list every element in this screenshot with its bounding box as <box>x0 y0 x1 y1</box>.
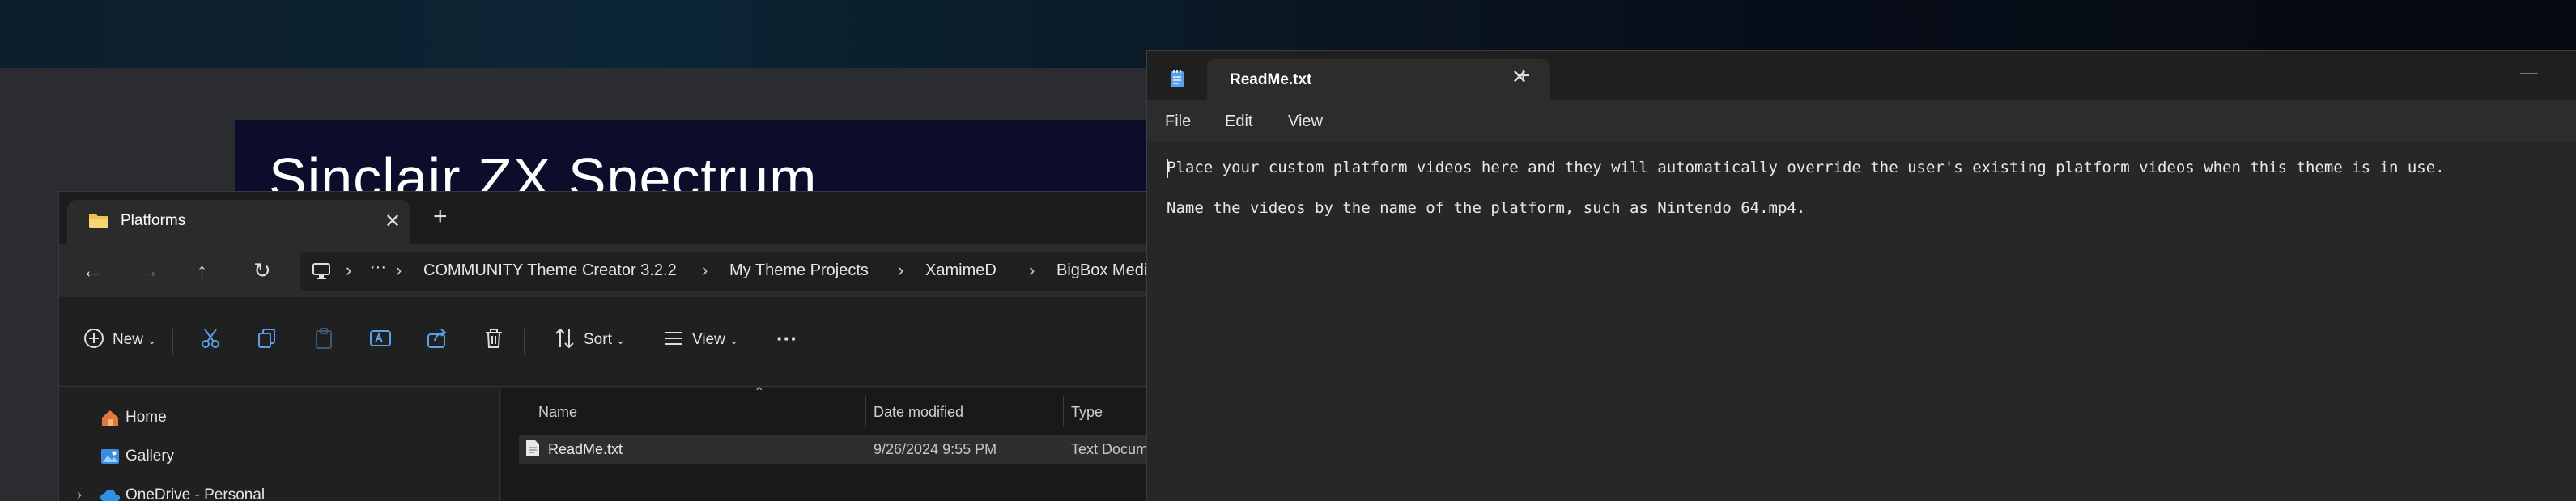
sidebar-item-onedrive[interactable]: OneDrive - Personal <box>100 486 265 501</box>
view-button-label: View <box>692 331 725 348</box>
address-bar[interactable]: › ··· › COMMUNITY Theme Creator 3.2.2 › … <box>300 252 1160 291</box>
text-file-icon <box>526 440 539 456</box>
notepad-tab-label: ReadMe.txt <box>1230 71 1312 88</box>
sidebar-item-label: Home <box>125 409 167 427</box>
new-tab-icon[interactable]: + <box>1516 64 1531 88</box>
column-header-name[interactable]: Name <box>538 404 577 421</box>
file-date: 9/26/2024 9:55 PM <box>874 441 997 457</box>
column-divider[interactable] <box>1063 396 1064 427</box>
up-arrow-icon[interactable]: ↑ <box>197 258 207 282</box>
new-tab-icon[interactable]: + <box>433 205 448 229</box>
new-plus-icon <box>84 329 104 348</box>
this-pc-icon <box>312 263 330 279</box>
explorer-tab-platforms[interactable]: Platforms ✕ <box>67 200 410 244</box>
forward-arrow-icon[interactable]: → <box>138 258 159 282</box>
sidebar-item-gallery[interactable]: Gallery <box>100 448 174 465</box>
notepad-menubar: File Edit View <box>1147 100 2576 142</box>
share-icon[interactable] <box>425 326 449 350</box>
new-button-label: New <box>113 331 144 348</box>
chevron-right-icon: › <box>396 260 402 280</box>
editor-line: Place your custom platform videos here a… <box>1167 159 2445 176</box>
cut-icon[interactable] <box>198 326 223 350</box>
address-more[interactable]: ··· <box>370 258 386 277</box>
breadcrumb-community-theme-creator[interactable]: COMMUNITY Theme Creator 3.2.2 <box>423 261 677 280</box>
menu-file[interactable]: File <box>1165 113 1191 131</box>
sort-button-label: Sort <box>584 331 612 348</box>
menu-edit[interactable]: Edit <box>1225 113 1252 131</box>
file-explorer-window: Platforms ✕ + ← → ↑ ↻ › ··· › COMMUNITY … <box>58 191 1160 501</box>
file-type: Text Docum <box>1071 441 1149 457</box>
more-options-icon[interactable]: ··· <box>776 326 797 351</box>
gallery-icon <box>101 449 119 464</box>
text-editor[interactable]: Place your custom platform videos here a… <box>1147 142 2576 501</box>
chevron-right-icon[interactable]: › <box>77 486 82 501</box>
sort-icon <box>555 328 574 349</box>
notepad-tab-readme[interactable]: ReadMe.txt ✕ <box>1207 59 1550 100</box>
close-icon[interactable]: ✕ <box>385 210 401 233</box>
chevron-right-icon: › <box>1029 260 1035 280</box>
back-arrow-icon[interactable]: ← <box>82 258 103 282</box>
new-button[interactable]: New ⌄ <box>113 331 156 349</box>
sort-button[interactable]: Sort ⌄ <box>584 331 625 349</box>
notepad-window: ReadMe.txt ✕ + — File Edit View Place yo… <box>1146 50 2576 501</box>
refresh-icon[interactable]: ↻ <box>253 258 271 282</box>
notepad-titlebar: ReadMe.txt ✕ + — <box>1147 51 2576 100</box>
menu-view[interactable]: View <box>1288 113 1323 131</box>
folder-icon <box>89 214 108 228</box>
toolbar-divider <box>524 329 525 355</box>
chevron-right-icon: › <box>702 260 708 280</box>
column-header-date[interactable]: Date modified <box>874 404 963 421</box>
table-row[interactable]: ReadMe.txt 9/26/2024 9:55 PM Text Docum <box>519 435 1160 464</box>
toolbar-divider <box>172 329 173 355</box>
view-icon <box>665 332 682 345</box>
column-divider[interactable] <box>865 396 866 427</box>
delete-icon[interactable] <box>482 326 506 350</box>
sort-caret-icon: ⌃ <box>754 386 765 400</box>
breadcrumb-my-theme-projects[interactable]: My Theme Projects <box>729 261 869 280</box>
navigation-pane: Home Gallery › OneDrive - Personal <box>59 388 500 501</box>
explorer-titlebar: Platforms ✕ + <box>59 192 1160 244</box>
explorer-command-bar: New ⌄ Sort ⌄ View ⌄ ··· <box>59 297 1160 387</box>
view-button[interactable]: View ⌄ <box>692 331 738 349</box>
explorer-navbar: ← → ↑ ↻ › ··· › COMMUNITY Theme Creator … <box>59 244 1160 297</box>
explorer-tab-label: Platforms <box>121 212 186 229</box>
copy-icon[interactable] <box>255 326 279 350</box>
sidebar-item-label: OneDrive - Personal <box>125 486 266 501</box>
chevron-down-icon: ⌄ <box>729 334 739 346</box>
column-header-type[interactable]: Type <box>1071 404 1103 421</box>
paste-icon[interactable] <box>312 326 336 350</box>
chevron-down-icon: ⌄ <box>147 334 157 346</box>
file-name: ReadMe.txt <box>548 441 623 457</box>
chevron-right-icon: › <box>346 260 352 280</box>
home-icon <box>102 410 118 426</box>
sidebar-item-home[interactable]: Home <box>100 409 167 427</box>
chevron-right-icon: › <box>898 260 904 280</box>
notepad-icon <box>1171 70 1184 87</box>
editor-line: Name the videos by the name of the platf… <box>1167 199 1806 217</box>
rename-icon[interactable] <box>368 326 393 350</box>
breadcrumb-xamimed[interactable]: XamimeD <box>925 261 997 280</box>
file-list: ⌃ Name Date modified Type ReadMe.txt 9/2… <box>501 386 1160 501</box>
minimize-icon[interactable]: — <box>2520 62 2538 83</box>
cloud-icon <box>100 490 120 501</box>
chevron-down-icon: ⌄ <box>616 334 626 346</box>
sidebar-item-label: Gallery <box>125 448 175 465</box>
breadcrumb-bigbox-media[interactable]: BigBox Medi <box>1056 261 1147 280</box>
